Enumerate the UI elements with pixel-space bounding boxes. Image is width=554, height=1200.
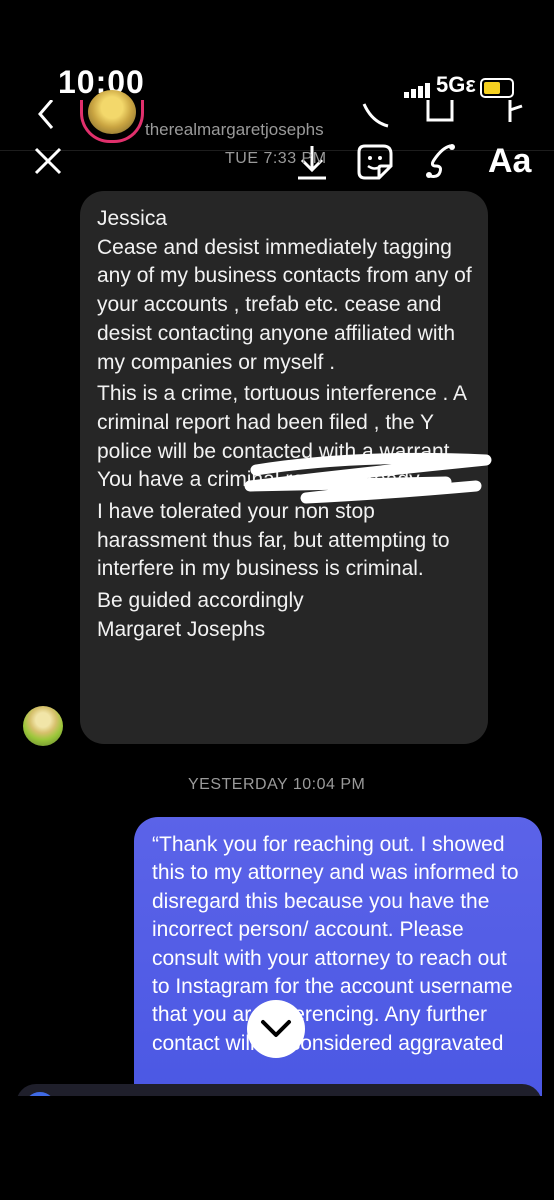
text-icon[interactable]: Aa [488,142,531,181]
scroll-down-button[interactable] [247,1000,305,1058]
redaction-scribble [244,452,492,504]
network-label: 5Gε [436,72,476,97]
close-icon[interactable] [33,146,63,176]
signal-icon [404,80,432,98]
message-paragraph: Jessica [97,207,168,230]
bottom-area [0,1096,554,1200]
sender-avatar[interactable] [23,706,63,746]
info-icon[interactable] [500,100,524,128]
message-paragraph: Cease and desist immediately tagging any… [97,235,472,374]
outgoing-message-text: “Thank you for reaching out. I showed th… [152,833,519,1055]
header-username[interactable]: therealmargaretjosephs [145,120,324,140]
message-paragraph: I have tolerated your non stop harassmen… [97,500,450,581]
timestamp-first: TUE 7:33 PM [225,150,327,167]
status-bar: 10:00 5Gε [0,0,554,100]
back-chevron-icon[interactable] [34,100,56,130]
battery-icon [480,78,514,98]
draw-icon[interactable] [420,142,460,182]
scroll-down-chevron-icon [261,1020,291,1037]
video-icon[interactable] [426,100,454,126]
call-icon[interactable] [362,100,392,128]
message-paragraph: Be guided accordingly Margaret Josephs [97,589,304,641]
timestamp-second: YESTERDAY 10:04 PM [188,776,366,793]
header-avatar[interactable] [80,90,144,143]
sticker-icon[interactable] [357,144,393,180]
outgoing-message-bubble[interactable]: “Thank you for reaching out. I showed th… [134,817,542,1097]
